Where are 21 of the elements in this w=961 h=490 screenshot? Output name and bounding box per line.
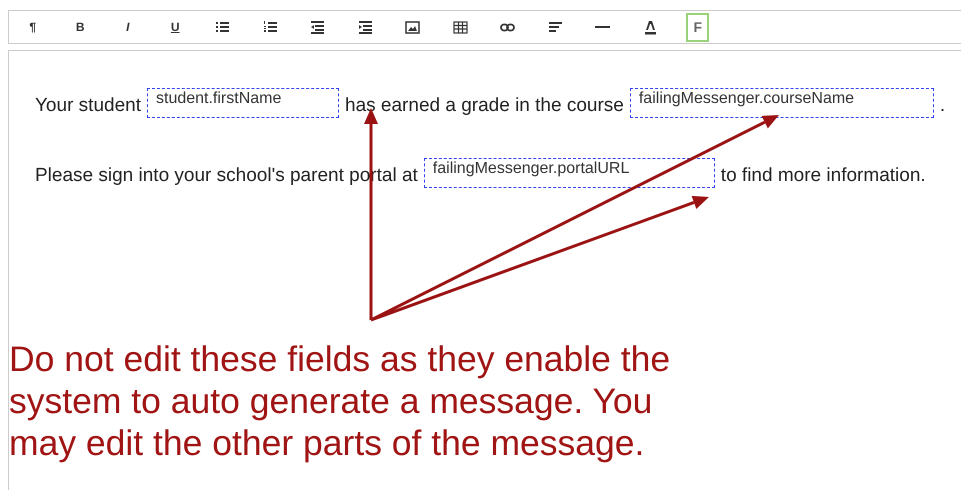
bulleted-list-icon [215, 20, 230, 34]
annotation-text: Do not edit these fields as they enable the system to auto generate a message. You may edit the other parts of the message. [9, 338, 672, 464]
outdent-icon [310, 20, 326, 34]
format-button[interactable]: I [104, 13, 152, 41]
numbered-list-icon [262, 20, 278, 34]
format-button[interactable]: U [152, 13, 199, 41]
format-button[interactable]: B [56, 13, 104, 41]
horizontal-rule-icon [595, 26, 610, 28]
merge-field[interactable]: failingMessenger.portalURL [424, 158, 715, 188]
field-button[interactable]: F [674, 13, 722, 41]
format-button[interactable]: ¶ [9, 13, 56, 41]
body-text: to find more information. [720, 164, 926, 188]
table-icon [452, 20, 468, 34]
indent-icon [358, 20, 373, 34]
merge-field[interactable]: student.firstName [147, 88, 339, 118]
body-text: Your student [35, 94, 141, 118]
align-left-icon [548, 20, 563, 34]
body-text: . [940, 94, 946, 118]
image-icon [405, 20, 420, 34]
text-color-icon [642, 20, 658, 34]
body-text: has earned a grade in the course [345, 94, 624, 118]
